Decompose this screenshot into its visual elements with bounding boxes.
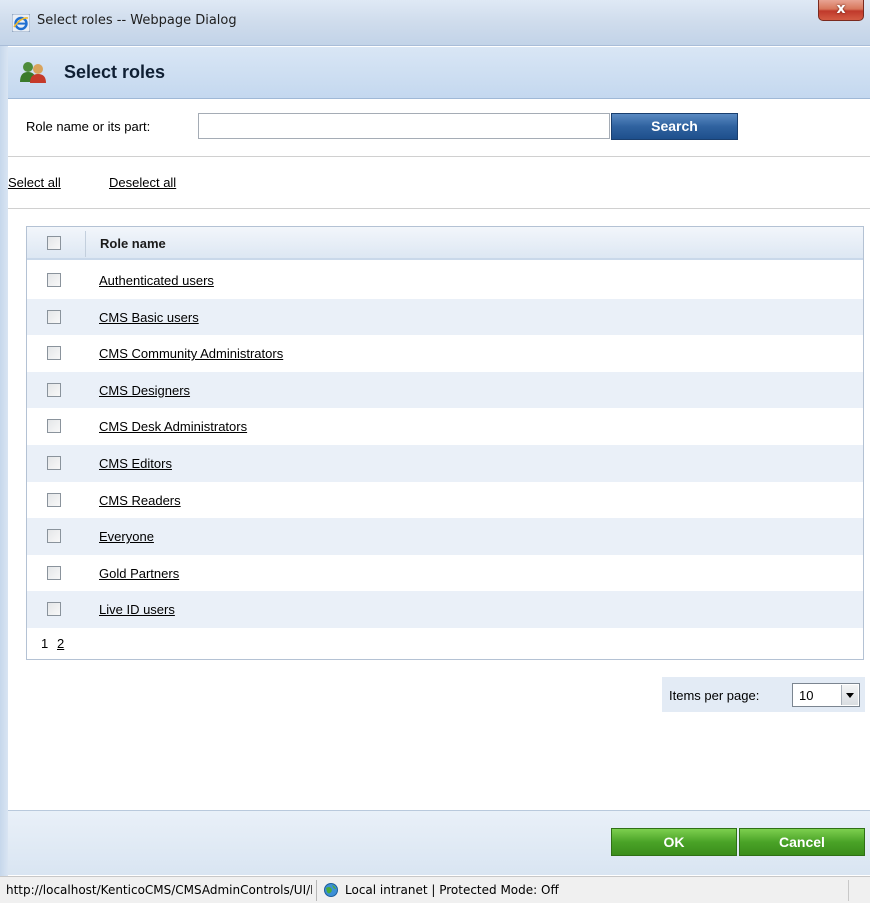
- table-row: CMS Editors: [27, 444, 863, 482]
- search-button[interactable]: Search: [611, 113, 738, 140]
- items-per-page-select[interactable]: 10: [792, 683, 860, 707]
- status-separator: [316, 880, 317, 901]
- roles-grid: Role name Authenticated users CMS Basic …: [26, 226, 864, 660]
- cancel-button[interactable]: Cancel: [739, 828, 865, 856]
- roles-icon: [20, 62, 46, 83]
- role-link[interactable]: Gold Partners: [99, 566, 179, 581]
- window-title: Select roles -- Webpage Dialog: [37, 13, 237, 28]
- dialog-header: Select roles: [8, 47, 870, 99]
- ok-button[interactable]: OK: [611, 828, 737, 856]
- row-checkbox[interactable]: [47, 309, 61, 324]
- row-checkbox[interactable]: [47, 602, 61, 617]
- security-zone-text: Local intranet | Protected Mode: Off: [345, 883, 559, 897]
- row-checkbox[interactable]: [47, 382, 61, 397]
- items-per-page-value: 10: [799, 688, 814, 703]
- status-bar: http://localhost/KenticoCMS/CMSAdminCont…: [0, 876, 870, 903]
- role-link[interactable]: CMS Designers: [99, 383, 190, 398]
- status-grip: [848, 880, 849, 901]
- close-window-button[interactable]: x: [818, 0, 864, 21]
- table-row: Everyone: [27, 518, 863, 555]
- table-row: Live ID users: [27, 591, 863, 628]
- deselect-all-link[interactable]: Deselect all: [109, 175, 176, 190]
- row-checkbox[interactable]: [47, 565, 61, 580]
- row-checkbox[interactable]: [47, 346, 61, 361]
- grid-header: Role name: [27, 227, 863, 260]
- row-checkbox[interactable]: [47, 455, 61, 470]
- row-checkbox[interactable]: [47, 419, 61, 434]
- table-row: Gold Partners: [27, 555, 863, 592]
- globe-icon: [324, 883, 338, 897]
- role-link[interactable]: Everyone: [99, 529, 154, 544]
- select-all-checkbox[interactable]: [47, 236, 61, 250]
- table-row: CMS Designers: [27, 371, 863, 409]
- role-name-input[interactable]: [198, 113, 610, 139]
- row-checkbox[interactable]: [47, 492, 61, 507]
- role-link[interactable]: CMS Community Administrators: [99, 346, 283, 361]
- role-link[interactable]: CMS Readers: [99, 493, 181, 508]
- table-row: Authenticated users: [27, 262, 863, 299]
- close-icon: x: [836, 1, 846, 17]
- role-link[interactable]: Live ID users: [99, 602, 175, 617]
- role-name-label: Role name or its part:: [26, 119, 151, 134]
- pager-page-2-link[interactable]: 2: [57, 636, 64, 651]
- table-row: CMS Readers: [27, 482, 863, 519]
- select-all-link[interactable]: Select all: [8, 175, 61, 190]
- dialog-footer: OK Cancel: [8, 810, 870, 875]
- role-link[interactable]: CMS Basic users: [99, 310, 199, 325]
- role-name-column-header: Role name: [100, 236, 166, 251]
- table-row: CMS Community Administrators: [27, 335, 863, 372]
- row-checkbox[interactable]: [47, 529, 61, 544]
- items-per-page-box: Items per page: 10: [662, 677, 865, 712]
- window-titlebar: Select roles -- Webpage Dialog x: [0, 0, 870, 46]
- table-row: CMS Desk Administrators: [27, 408, 863, 445]
- header-separator: [85, 231, 86, 257]
- internet-explorer-icon: [12, 14, 30, 32]
- grid-rows: Authenticated users CMS Basic users CMS …: [27, 262, 863, 628]
- role-link[interactable]: CMS Editors: [99, 456, 172, 471]
- pager-current-page: 1: [41, 636, 49, 651]
- role-link[interactable]: CMS Desk Administrators: [99, 419, 247, 434]
- row-checkbox[interactable]: [47, 273, 61, 287]
- chevron-down-icon[interactable]: [841, 685, 858, 705]
- window-frame-left: [0, 46, 8, 876]
- items-per-page-label: Items per page:: [669, 688, 760, 703]
- table-row: CMS Basic users: [27, 298, 863, 336]
- filter-bar: Role name or its part: Search: [8, 99, 870, 157]
- dialog-title: Select roles: [64, 62, 166, 82]
- role-link[interactable]: Authenticated users: [99, 273, 214, 288]
- pager: 1 2: [27, 632, 863, 658]
- selection-links: Select all Deselect all: [8, 157, 870, 209]
- status-url: http://localhost/KenticoCMS/CMSAdminCont…: [6, 883, 312, 897]
